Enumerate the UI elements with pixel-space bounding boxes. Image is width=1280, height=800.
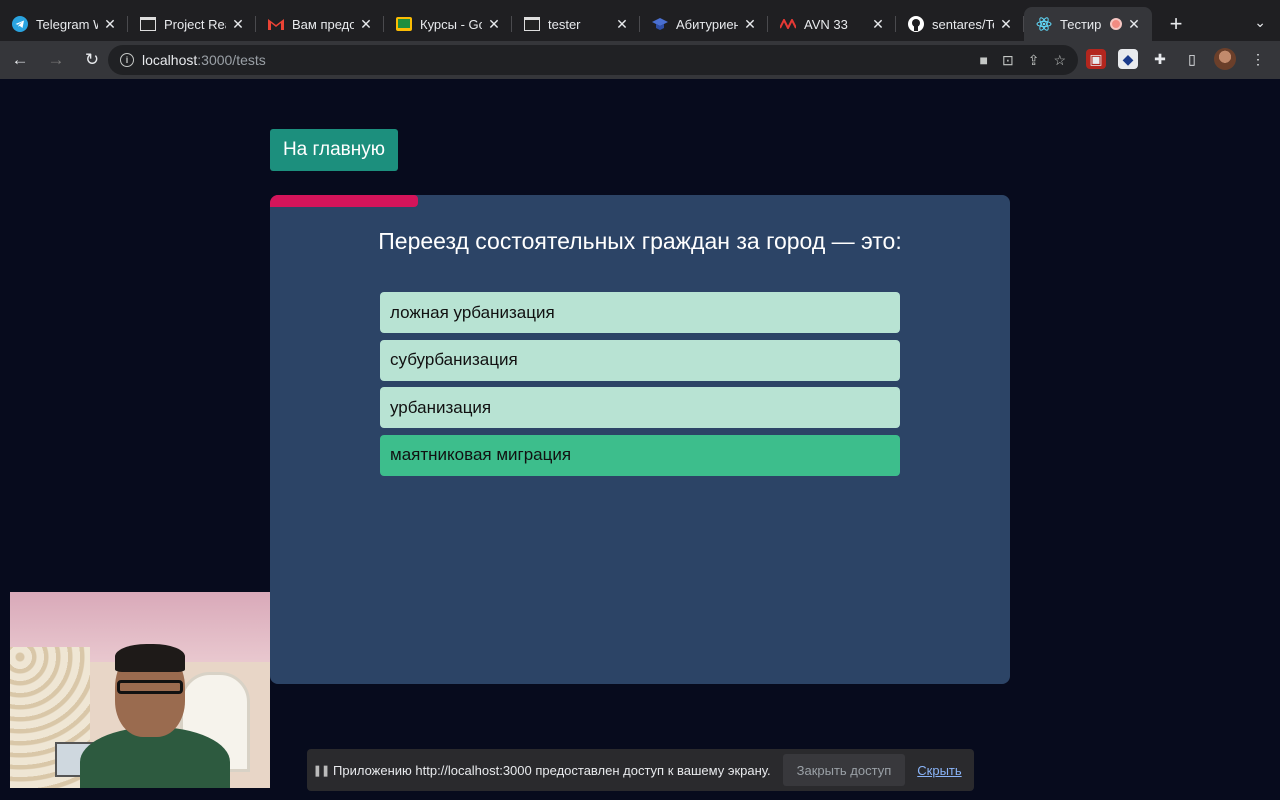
extension-red-icon[interactable]: ▣ (1086, 49, 1106, 69)
telegram-icon (12, 16, 28, 32)
back-button[interactable]: ← (4, 44, 36, 76)
close-icon[interactable]: ✕ (358, 16, 374, 32)
tab-tester-active[interactable]: Тестир ✕ (1024, 7, 1152, 41)
share-message: Приложению http://localhost:3000 предост… (333, 762, 771, 778)
answer-option[interactable]: урбанизация (380, 387, 900, 428)
chevron-down-icon[interactable]: ⌄ (1254, 14, 1266, 31)
close-icon[interactable]: ✕ (1126, 16, 1142, 32)
avn-icon (780, 16, 796, 32)
tab-title: Абитуриен (676, 16, 738, 32)
side-panel-icon[interactable]: ▯ (1182, 49, 1202, 69)
recording-icon (1110, 18, 1122, 30)
answer-list: ложная урбанизация субурбанизация урбани… (380, 292, 900, 482)
extension-blue-icon[interactable]: ◆ (1118, 49, 1138, 69)
tab-title: Project Rea (164, 16, 226, 32)
tab-strip: Telegram W ✕ Project Rea ✕ Вам предо ✕ К… (0, 0, 1280, 41)
info-icon[interactable]: i (120, 53, 134, 67)
progress-fill (270, 195, 418, 207)
close-icon[interactable]: ✕ (230, 16, 246, 32)
pause-icon: ❚❚ (312, 764, 330, 777)
answer-option-hovered[interactable]: маятниковая миграция (380, 434, 900, 476)
url-path: :3000/tests (197, 52, 266, 68)
classroom-icon (396, 16, 412, 32)
home-button[interactable]: На главную (270, 129, 398, 171)
tab-title: Курсы - Go (420, 16, 482, 32)
hide-link[interactable]: Скрыть (917, 763, 961, 778)
tab-tester[interactable]: tester ✕ (512, 7, 640, 41)
close-icon[interactable]: ✕ (614, 16, 630, 32)
close-icon[interactable]: ✕ (998, 16, 1014, 32)
tab-classroom[interactable]: Курсы - Go ✕ (384, 7, 512, 41)
avatar[interactable] (1214, 48, 1236, 70)
tab-telegram[interactable]: Telegram W ✕ (0, 7, 128, 41)
tab-avn[interactable]: AVN 33 ✕ (768, 7, 896, 41)
tab-title: Telegram W (36, 16, 98, 32)
new-tab-button[interactable]: + (1158, 7, 1194, 41)
tab-title: Тестир (1060, 16, 1102, 32)
star-icon[interactable]: ☆ (1053, 52, 1066, 69)
forward-button[interactable]: → (40, 44, 72, 76)
close-icon[interactable]: ✕ (486, 16, 502, 32)
screen-share-bar: ❚❚ Приложению http://localhost:3000 пред… (307, 749, 974, 791)
close-icon[interactable]: ✕ (742, 16, 758, 32)
page-icon (524, 16, 540, 32)
tab-gmail[interactable]: Вам предо ✕ (256, 7, 384, 41)
question-text: Переезд состоятельных граждан за город —… (378, 228, 902, 254)
react-icon (1036, 16, 1052, 32)
stop-sharing-button[interactable]: Закрыть доступ (782, 754, 906, 786)
address-bar[interactable]: i localhost:3000/tests ■ ⊡ ⇪ ☆ (108, 45, 1078, 75)
share-icon[interactable]: ⇪ (1028, 52, 1040, 69)
puzzle-icon[interactable]: ✚ (1150, 49, 1170, 69)
translate-icon[interactable]: ⊡ (1002, 52, 1014, 69)
answer-option[interactable]: ложная урбанизация (380, 292, 900, 333)
close-icon[interactable]: ✕ (102, 16, 118, 32)
toolbar: ← → ↻ i localhost:3000/tests ■ ⊡ ⇪ ☆ ▣ ◆… (0, 41, 1280, 79)
reload-button[interactable]: ↻ (76, 44, 108, 76)
tab-title: tester (548, 16, 581, 32)
question-card: Переезд состоятельных граждан за город —… (270, 195, 1010, 684)
github-icon (908, 16, 924, 32)
webcam-overlay (10, 592, 270, 788)
gmail-icon (268, 16, 284, 32)
answer-option[interactable]: субурбанизация (380, 339, 900, 381)
tab-title: Вам предо (292, 16, 354, 32)
tab-title: AVN 33 (804, 16, 848, 32)
tab-abiturient[interactable]: Абитуриен ✕ (640, 7, 768, 41)
tab-project[interactable]: Project Rea ✕ (128, 7, 256, 41)
camera-icon[interactable]: ■ (980, 52, 988, 69)
progress-bar (270, 195, 1010, 207)
tab-github[interactable]: sentares/Te ✕ (896, 7, 1024, 41)
page-icon (140, 16, 156, 32)
more-icon[interactable]: ⋮ (1248, 49, 1268, 69)
url-host: localhost (142, 52, 198, 68)
close-icon[interactable]: ✕ (870, 16, 886, 32)
mortarboard-icon (652, 16, 668, 32)
tab-title: sentares/Te (932, 16, 994, 32)
